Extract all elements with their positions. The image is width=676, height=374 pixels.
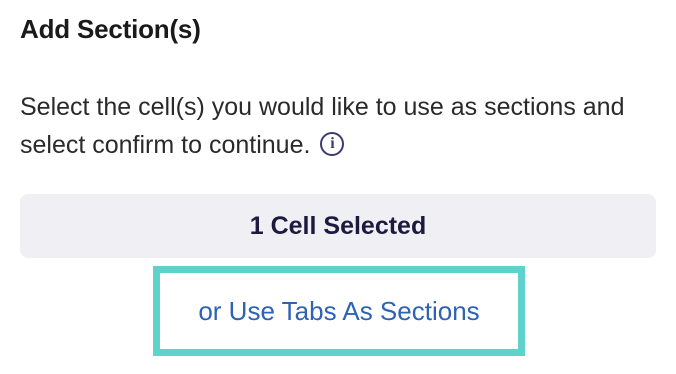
cells-selected-bar: 1 Cell Selected [20,194,656,258]
cells-selected-label: 1 Cell Selected [249,211,427,240]
info-icon-glyph: i [330,135,335,152]
instructions: Select the cell(s) you would like to use… [20,88,660,164]
use-tabs-as-sections-link[interactable]: or Use Tabs As Sections [198,296,479,327]
add-sections-panel: Add Section(s) Select the cell(s) you wo… [0,0,676,374]
info-icon[interactable]: i [320,132,345,156]
tabs-link-highlight: or Use Tabs As Sections [153,266,525,356]
panel-title: Add Section(s) [20,14,201,44]
